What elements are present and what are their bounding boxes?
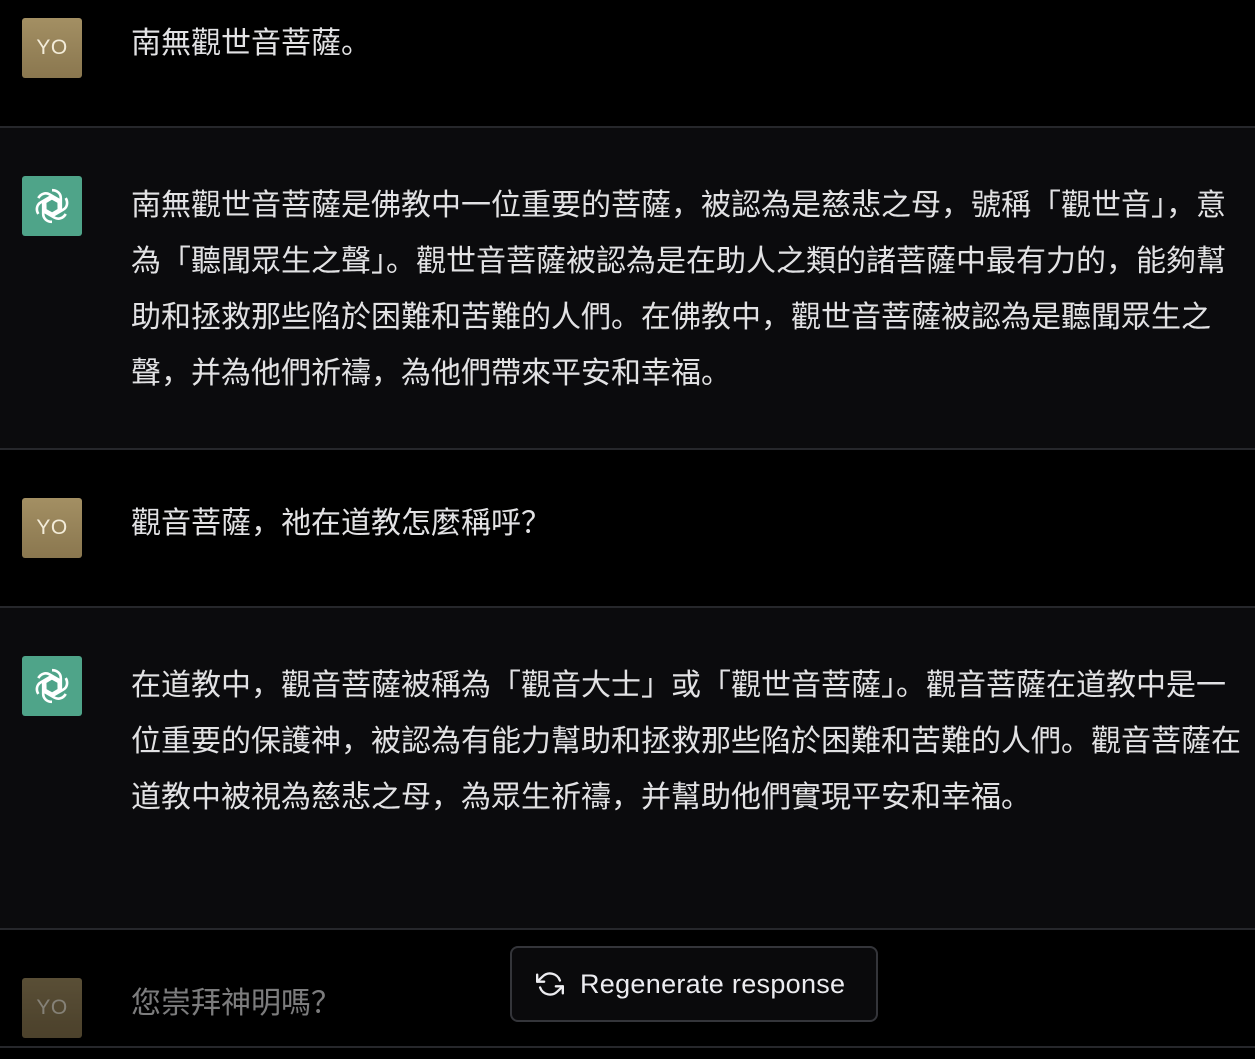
message-divider — [0, 1046, 1255, 1048]
user-avatar-initials: YO — [36, 996, 68, 1019]
user-message-text: 南無觀世音菩薩。 — [131, 26, 371, 61]
message-row-assistant: 南無觀世音菩薩是佛教中一位重要的菩薩，被認為是慈悲之母，號稱「觀世音」，意為「聽… — [0, 128, 1255, 448]
user-avatar-initials: YO — [36, 516, 68, 539]
assistant-message-text: 南無觀世音菩薩是佛教中一位重要的菩薩，被認為是慈悲之母，號稱「觀世音」，意為「聽… — [131, 188, 1226, 391]
openai-logo-icon — [35, 188, 69, 224]
user-message-text: 觀音菩薩，祂在道教怎麼稱呼？ — [131, 506, 551, 541]
user-avatar-initials: YO — [36, 36, 68, 59]
message-row-assistant: 在道教中，觀音菩薩被稱為「觀音大士」或「觀世音菩薩」。觀音菩薩在道教中是一位重要… — [0, 608, 1255, 928]
message-row-user: YO 觀音菩薩，祂在道教怎麼稱呼？ — [0, 450, 1255, 606]
assistant-message-text: 在道教中，觀音菩薩被稱為「觀音大士」或「觀世音菩薩」。觀音菩薩在道教中是一位重要… — [131, 668, 1241, 815]
refresh-icon — [536, 972, 564, 996]
user-avatar: YO — [22, 978, 82, 1038]
openai-logo-icon — [35, 668, 69, 704]
user-avatar: YO — [22, 498, 82, 558]
regenerate-response-button[interactable]: Regenerate response — [510, 946, 878, 1022]
chat-thread: YO 南無觀世音菩薩。 南無觀世音菩薩是佛教中一位重要的菩薩，被認為是慈悲之母，… — [0, 0, 1255, 1059]
assistant-avatar — [22, 176, 82, 236]
message-row-user: YO 南無觀世音菩薩。 — [0, 0, 1255, 126]
assistant-avatar — [22, 656, 82, 716]
regenerate-response-label: Regenerate response — [580, 968, 846, 999]
user-avatar: YO — [22, 18, 82, 78]
